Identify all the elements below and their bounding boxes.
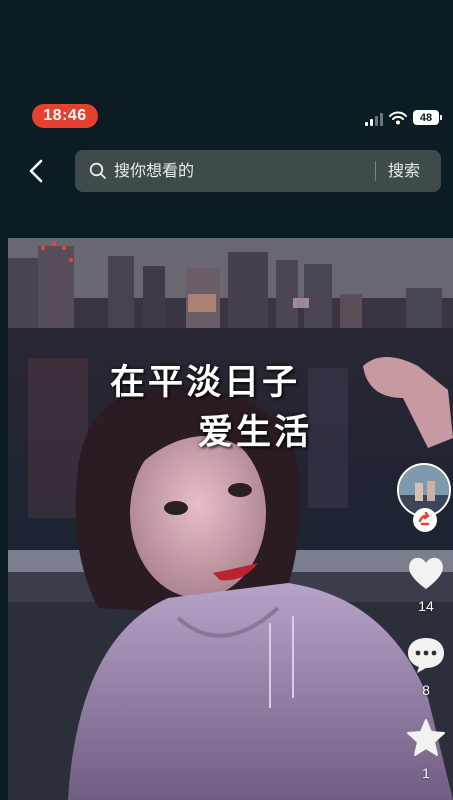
chevron-left-icon	[29, 159, 43, 183]
status-bar: 18:46 48	[0, 100, 453, 132]
comment-button[interactable]	[405, 635, 447, 675]
follow-plus-icon	[418, 512, 430, 526]
comment-count: 8	[422, 682, 430, 698]
follow-button[interactable]	[413, 508, 437, 532]
search-input[interactable]: 搜你想看的	[114, 150, 194, 192]
video-scene	[8, 238, 453, 800]
cellular-signal-icon	[365, 112, 383, 126]
wifi-icon	[389, 110, 407, 125]
back-button[interactable]	[22, 155, 50, 187]
search-bar[interactable]: 搜你想看的 搜索	[75, 150, 441, 192]
video-player[interactable]: 在平淡日子 爱生活	[8, 238, 453, 800]
video-caption-line-2: 爱生活	[198, 413, 313, 453]
favorite-count: 1	[422, 765, 430, 781]
video-caption-line-1: 在平淡日子	[110, 363, 301, 403]
search-icon	[89, 162, 106, 179]
favorite-button[interactable]	[405, 718, 447, 758]
search-divider	[375, 161, 376, 181]
search-submit-button[interactable]: 搜索	[388, 150, 420, 192]
heart-icon	[409, 557, 443, 589]
like-count: 14	[418, 598, 434, 614]
battery-indicator: 48	[413, 110, 442, 125]
star-icon	[407, 719, 445, 756]
comment-icon	[408, 638, 444, 673]
status-time: 18:46	[32, 104, 98, 128]
like-button[interactable]	[405, 552, 447, 592]
